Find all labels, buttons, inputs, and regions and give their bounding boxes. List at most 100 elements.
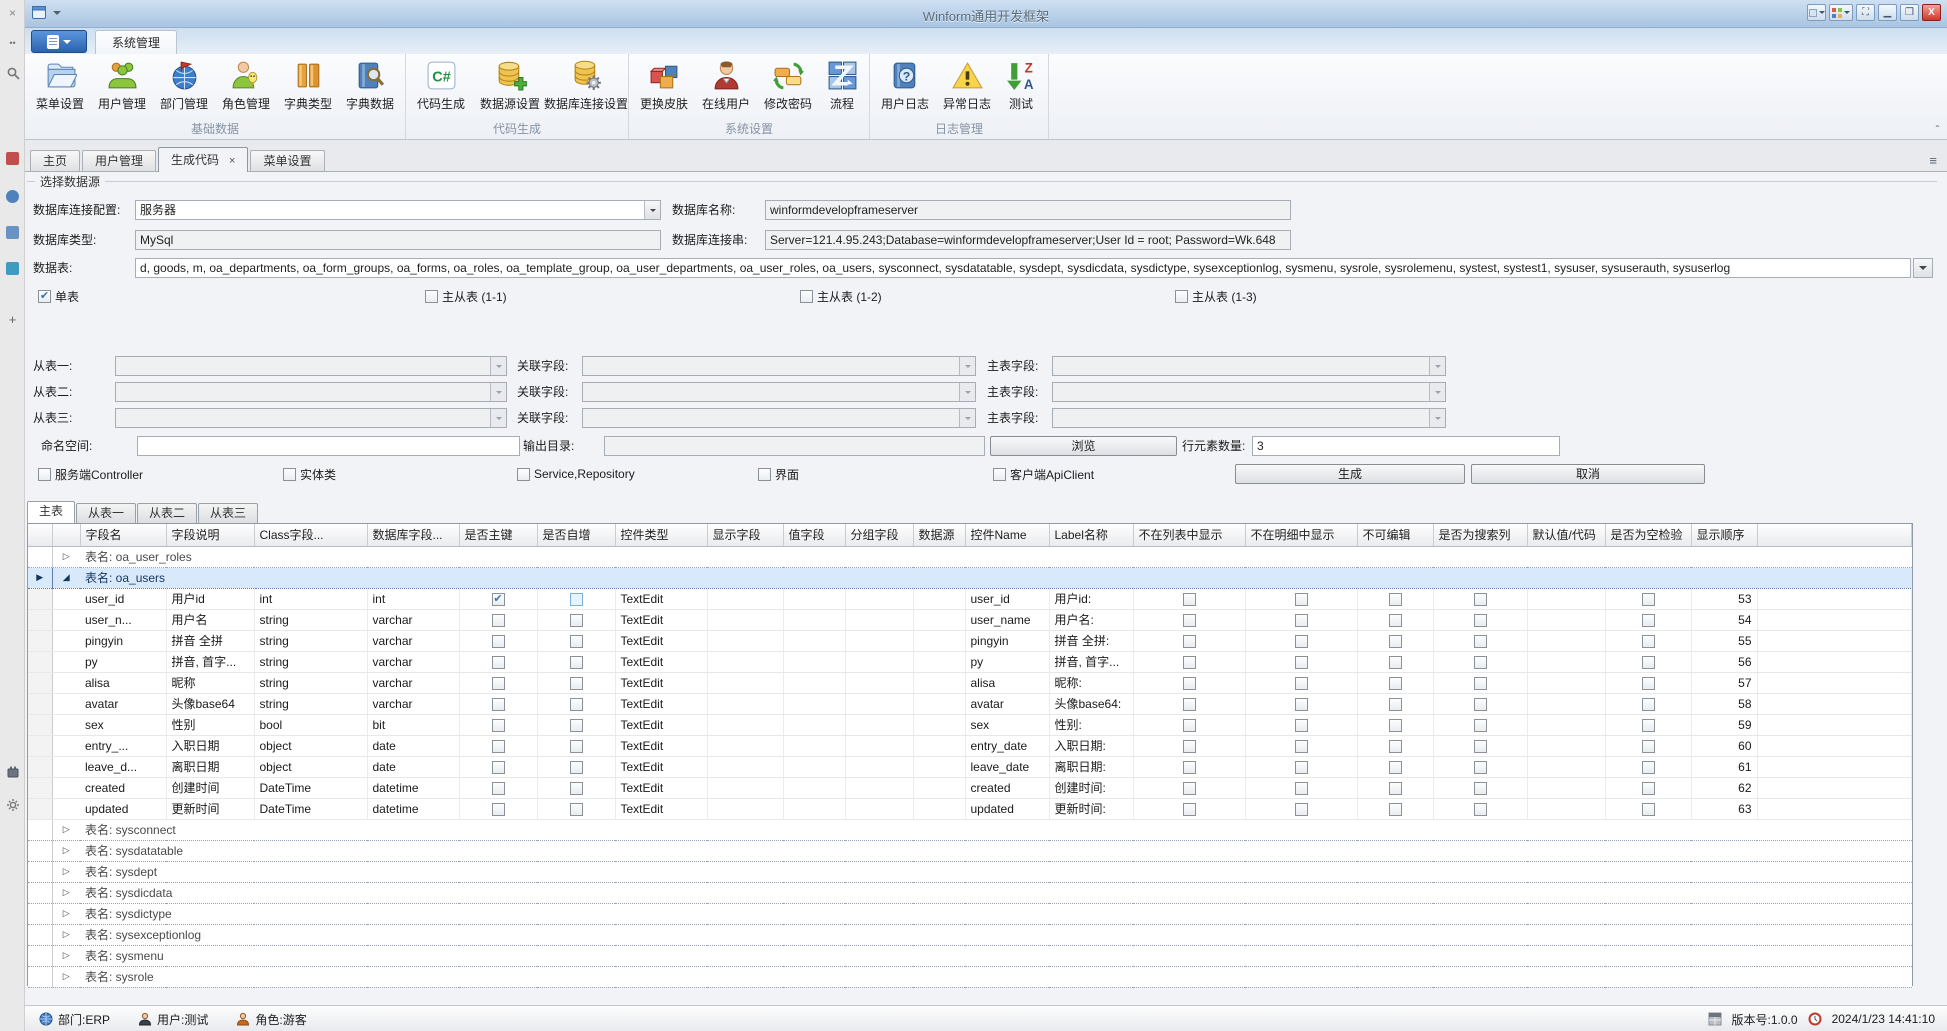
cell-display-field[interactable] — [707, 735, 783, 756]
cell-db-field[interactable]: varchar — [367, 630, 459, 651]
cell-display-field[interactable] — [707, 798, 783, 819]
field-row-updated[interactable]: updated更新时间DateTimedatetimeTextEditupdat… — [28, 798, 1912, 819]
checkbox-icon[interactable] — [758, 468, 771, 481]
checkbox-icon[interactable] — [1474, 761, 1487, 774]
table-group-row[interactable]: ▷表名: sysmenu — [28, 945, 1912, 966]
ribbon-collapse-icon[interactable]: ˆ — [1936, 125, 1939, 136]
cell-filler[interactable] — [1757, 756, 1912, 777]
column-header[interactable]: Class字段... — [254, 524, 367, 546]
mode-checkbox-2[interactable]: 主从表 (1-1) — [425, 288, 507, 304]
table-group-row[interactable]: ▷表名: sysexceptionlog — [28, 924, 1912, 945]
checkbox-icon[interactable] — [1642, 761, 1655, 774]
checkbox-icon[interactable] — [492, 656, 505, 669]
relation-field-combo-2[interactable] — [582, 382, 976, 402]
column-header[interactable]: 显示字段 — [707, 524, 783, 546]
dock-plugin-icon[interactable] — [0, 765, 25, 782]
cell-control-name[interactable]: pingyin — [965, 630, 1049, 651]
checkbox-icon[interactable] — [492, 614, 505, 627]
cell-class-field[interactable]: string — [254, 651, 367, 672]
chevron-down-icon[interactable] — [490, 409, 506, 427]
dock-red-module-icon[interactable] — [0, 152, 25, 168]
checkbox-icon[interactable] — [570, 782, 583, 795]
chevron-down-icon[interactable] — [644, 201, 660, 219]
cell-group-field[interactable] — [845, 735, 913, 756]
checkbox-icon[interactable] — [570, 614, 583, 627]
cell-datasource[interactable] — [913, 798, 965, 819]
fullscreen-button[interactable]: ⛶ — [1856, 4, 1875, 21]
column-header[interactable]: 数据源 — [913, 524, 965, 546]
checkbox-icon[interactable] — [1389, 761, 1402, 774]
checkbox-icon[interactable] — [1389, 656, 1402, 669]
cell-field-name[interactable]: sex — [80, 714, 166, 735]
cell-display-field[interactable] — [707, 672, 783, 693]
checkbox-icon[interactable] — [1389, 803, 1402, 816]
gen-checkbox-1[interactable]: 服务端Controller — [38, 466, 143, 482]
cell-class-field[interactable]: bool — [254, 714, 367, 735]
ribbon-button-globe-flag[interactable]: 部门管理 — [153, 56, 215, 121]
cell-display-order[interactable]: 54 — [1691, 609, 1757, 630]
cell-field-name[interactable]: entry_... — [80, 735, 166, 756]
field-row-alisa[interactable]: alisa昵称stringvarcharTextEditalisa昵称:57 — [28, 672, 1912, 693]
checkbox-icon[interactable] — [570, 803, 583, 816]
cell-display-field[interactable] — [707, 609, 783, 630]
slave-table-2-combo[interactable] — [115, 382, 507, 402]
cancel-button[interactable]: 取消 — [1471, 464, 1705, 484]
expand-collapsed-icon[interactable]: ▷ — [52, 819, 80, 840]
ribbon-button-folder[interactable]: 菜单设置 — [29, 56, 91, 121]
cell-filler[interactable] — [1757, 609, 1912, 630]
cell-default-value[interactable] — [1527, 609, 1605, 630]
column-header[interactable]: 字段说明 — [166, 524, 254, 546]
cell-db-field[interactable]: datetime — [367, 777, 459, 798]
expand-collapsed-icon[interactable]: ▷ — [52, 945, 80, 966]
checkbox-icon[interactable] — [1642, 635, 1655, 648]
checkbox-icon[interactable] — [1295, 782, 1308, 795]
checkbox-icon[interactable] — [1474, 593, 1487, 606]
checkbox-icon[interactable] — [1642, 719, 1655, 732]
checkbox-icon[interactable] — [1474, 782, 1487, 795]
dock-search-icon[interactable] — [0, 66, 25, 83]
cell-value-field[interactable] — [783, 798, 845, 819]
cell-value-field[interactable] — [783, 609, 845, 630]
cell-control-name[interactable]: sex — [965, 714, 1049, 735]
cell-display-field[interactable] — [707, 777, 783, 798]
cell-db-field[interactable]: varchar — [367, 693, 459, 714]
dock-blue-circle-module-icon[interactable] — [0, 190, 25, 206]
cell-control-type[interactable]: TextEdit — [615, 672, 707, 693]
doc-tab-菜单设置[interactable]: 菜单设置 — [250, 150, 324, 172]
cell-filler[interactable] — [1757, 777, 1912, 798]
checkbox-icon[interactable] — [1175, 290, 1188, 303]
column-header[interactable]: 是否为搜索列 — [1433, 524, 1527, 546]
checkbox-icon[interactable] — [283, 468, 296, 481]
checkbox-icon[interactable] — [570, 761, 583, 774]
cell-label-name[interactable]: 拼音, 首字... — [1049, 651, 1133, 672]
cell-db-field[interactable]: date — [367, 756, 459, 777]
doc-tab-主页[interactable]: 主页 — [30, 150, 80, 172]
cell-group-field[interactable] — [845, 588, 913, 609]
cell-field-desc[interactable]: 拼音, 首字... — [166, 651, 254, 672]
checkbox-icon[interactable] — [1295, 677, 1308, 690]
cell-label-name[interactable]: 昵称: — [1049, 672, 1133, 693]
cell-control-type[interactable]: TextEdit — [615, 588, 707, 609]
cell-default-value[interactable] — [1527, 693, 1605, 714]
checkbox-icon[interactable] — [492, 677, 505, 690]
cell-label-name[interactable]: 更新时间: — [1049, 798, 1133, 819]
chevron-down-icon[interactable] — [1429, 357, 1445, 375]
relation-field-combo-1[interactable] — [582, 356, 976, 376]
checkbox-icon[interactable] — [570, 698, 583, 711]
ribbon-button-csharp[interactable]: C#代码生成 — [410, 56, 472, 121]
checkbox-icon[interactable] — [1183, 656, 1196, 669]
checkbox-icon[interactable] — [492, 803, 505, 816]
cell-label-name[interactable]: 性别: — [1049, 714, 1133, 735]
cell-control-type[interactable]: TextEdit — [615, 630, 707, 651]
gen-checkbox-5[interactable]: 客户端ApiClient — [993, 466, 1094, 482]
cell-default-value[interactable] — [1527, 777, 1605, 798]
field-row-user_id[interactable]: user_id用户idintintTextEdituser_id用户id:53 — [28, 588, 1912, 609]
cell-display-order[interactable]: 58 — [1691, 693, 1757, 714]
checkbox-icon[interactable] — [1295, 698, 1308, 711]
checkbox-icon[interactable] — [1295, 803, 1308, 816]
cell-field-name[interactable]: user_n... — [80, 609, 166, 630]
checkbox-icon[interactable] — [1642, 803, 1655, 816]
cell-default-value[interactable] — [1527, 714, 1605, 735]
cell-display-order[interactable]: 61 — [1691, 756, 1757, 777]
table-group-row[interactable]: ▷表名: sysrole — [28, 966, 1912, 987]
